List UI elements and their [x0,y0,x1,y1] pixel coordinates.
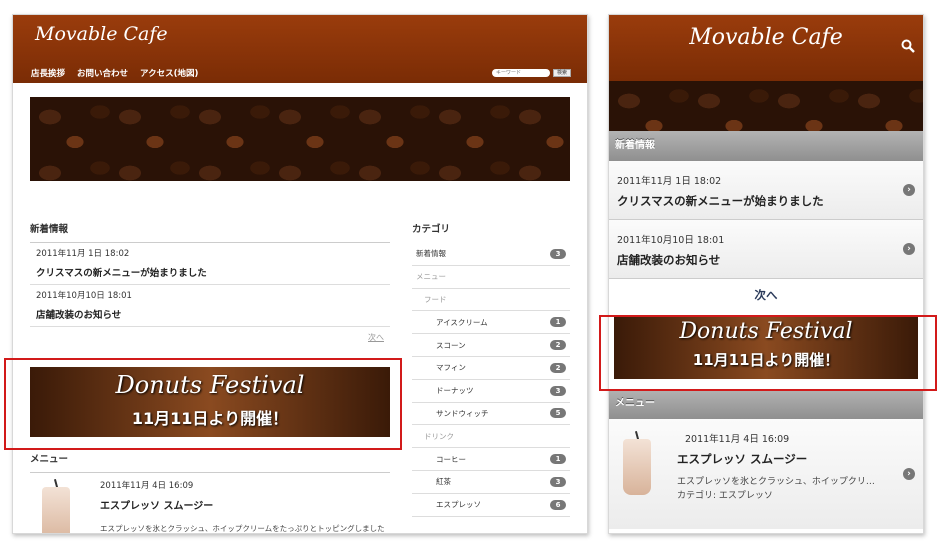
news-item[interactable]: 2011年10月10日 18:01 店舗改装のお知らせ [30,285,390,327]
mobile-hero-banner-image [609,81,923,131]
news-section: 新着情報 2011年11月 1日 18:02 クリスマスの新メニューが始まりまし… [30,221,390,343]
mobile-menu-name: エスプレッソ スムージー [677,452,808,466]
search-form: 検索 [491,69,571,77]
menu-item[interactable]: 2011年11月 4日 16:09 エスプレッソ スムージー エスプレッソを氷と… [30,473,390,533]
category-label: コーヒー [436,454,466,464]
category-label: フード [424,294,447,304]
news-heading: 新着情報 [30,221,390,243]
mobile-news-item[interactable]: 2011年10月10日 18:01 店舗改装のお知らせ › [609,220,923,279]
count-badge: 3 [550,385,566,396]
mobile-menu-heading: メニュー [609,389,923,419]
mobile-header: Movable Cafe [609,15,923,81]
mobile-view: Movable Cafe 新着情報 2011年11月 1日 18:02 クリスマ… [608,14,924,534]
category-label: スコーン [436,340,466,350]
category-item[interactable]: サンドウィッチ 5 [412,403,570,426]
mobile-site-logo[interactable]: Movable Cafe [609,25,923,50]
chevron-right-icon: › [903,243,915,255]
search-button[interactable]: 検索 [552,69,571,77]
count-badge: 2 [550,362,566,373]
category-item[interactable]: 新着情報 3 [412,243,570,266]
mobile-news-title: 店舗改装のお知らせ [617,253,721,267]
category-item[interactable]: ドーナッツ 3 [412,380,570,403]
nav-greeting[interactable]: 店長挨拶 [31,67,65,79]
site-header: Movable Cafe 店長挨拶 お問い合わせ アクセス(地図) 検索 [13,15,587,83]
category-label: ドリンク [424,431,454,441]
news-date: 2011年10月10日 18:01 [36,291,132,301]
category-label: ドーナッツ [436,386,474,396]
category-sidebar: カテゴリ 新着情報 3 メニューフードアイスクリーム 1 スコーン 2 マフィン 2 ドーナッツ… [412,221,570,517]
count-badge: 1 [550,454,566,465]
mobile-news-title: クリスマスの新メニューが始まりました [617,194,824,208]
news-item[interactable]: 2011年11月 1日 18:02 クリスマスの新メニューが始まりました [30,243,390,285]
menu-description: エスプレッソを氷とクラッシュ、ホイップクリームをたっぷりとトッピングしました [100,524,385,533]
category-item[interactable]: コーヒー 1 [412,448,570,471]
search-input[interactable] [491,69,550,77]
desktop-view: Movable Cafe 店長挨拶 お問い合わせ アクセス(地図) 検索 新着情… [12,14,588,534]
category-item[interactable]: スコーン 2 [412,334,570,357]
category-item[interactable]: マフィン 2 [412,357,570,380]
category-label: メニュー [416,272,446,282]
category-label: 紅茶 [436,477,451,487]
count-badge: 2 [550,340,566,351]
mobile-news-heading: 新着情報 [609,131,923,161]
hero-banner-image [30,97,570,181]
chevron-right-icon: › [903,468,915,480]
chevron-right-icon: › [903,184,915,196]
count-badge: 1 [550,317,566,328]
category-label: サンドウィッチ [436,408,489,418]
count-badge: 6 [550,499,566,510]
ad-highlight-box-mobile [599,315,937,391]
search-icon[interactable] [901,39,915,53]
category-item[interactable]: フード [412,289,570,312]
global-nav: 店長挨拶 お問い合わせ アクセス(地図) [31,67,198,79]
news-title[interactable]: 店舗改装のお知らせ [36,307,384,321]
smoothie-image [611,431,671,501]
mobile-news-date: 2011年11月 1日 18:02 [617,176,722,187]
category-item[interactable]: エスプレッソ 6 [412,494,570,517]
mobile-next-button[interactable]: 次へ [609,279,923,311]
nav-contact[interactable]: お問い合わせ [77,67,128,79]
count-badge: 3 [550,476,566,487]
mobile-news-item[interactable]: 2011年11月 1日 18:02 クリスマスの新メニューが始まりました › [609,161,923,220]
count-badge: 3 [550,248,566,259]
mobile-menu-item[interactable]: 2011年11月 4日 16:09 エスプレッソ スムージー エスプレッソを氷と… [609,419,923,529]
category-label: 新着情報 [416,249,446,259]
category-item[interactable]: メニュー [412,266,570,289]
category-label: マフィン [436,363,466,373]
mobile-menu-description: エスプレッソを氷とクラッシュ、ホイップクリ… カテゴリ: エスプレッソ [677,475,905,503]
category-label: アイスクリーム [436,317,488,327]
category-item[interactable]: ドリンク [412,425,570,449]
news-date: 2011年11月 1日 18:02 [36,249,130,259]
mobile-menu-date: 2011年11月 4日 16:09 [685,434,790,445]
count-badge: 5 [550,408,566,419]
category-heading: カテゴリ [412,224,451,235]
menu-heading: メニュー [30,451,390,473]
category-item[interactable]: アイスクリーム 1 [412,311,570,335]
mobile-news-date: 2011年10月10日 18:01 [617,235,725,246]
category-label: エスプレッソ [436,500,481,510]
mobile-menu-category: カテゴリ: エスプレッソ [677,491,773,501]
menu-section: メニュー 2011年11月 4日 16:09 エスプレッソ スムージー エスプレ… [30,451,390,533]
site-logo[interactable]: Movable Cafe [35,23,168,45]
menu-date: 2011年11月 4日 16:09 [100,481,194,491]
news-title[interactable]: クリスマスの新メニューが始まりました [36,265,384,279]
menu-name[interactable]: エスプレッソ スムージー [100,497,390,512]
smoothie-image[interactable] [30,479,76,533]
ad-highlight-box-desktop [4,358,402,450]
category-item[interactable]: 紅茶 3 [412,471,570,494]
mobile-menu-desc-text: エスプレッソを氷とクラッシュ、ホイップクリ… [677,477,875,487]
news-next-link[interactable]: 次へ [30,332,390,343]
nav-access[interactable]: アクセス(地図) [140,67,198,79]
